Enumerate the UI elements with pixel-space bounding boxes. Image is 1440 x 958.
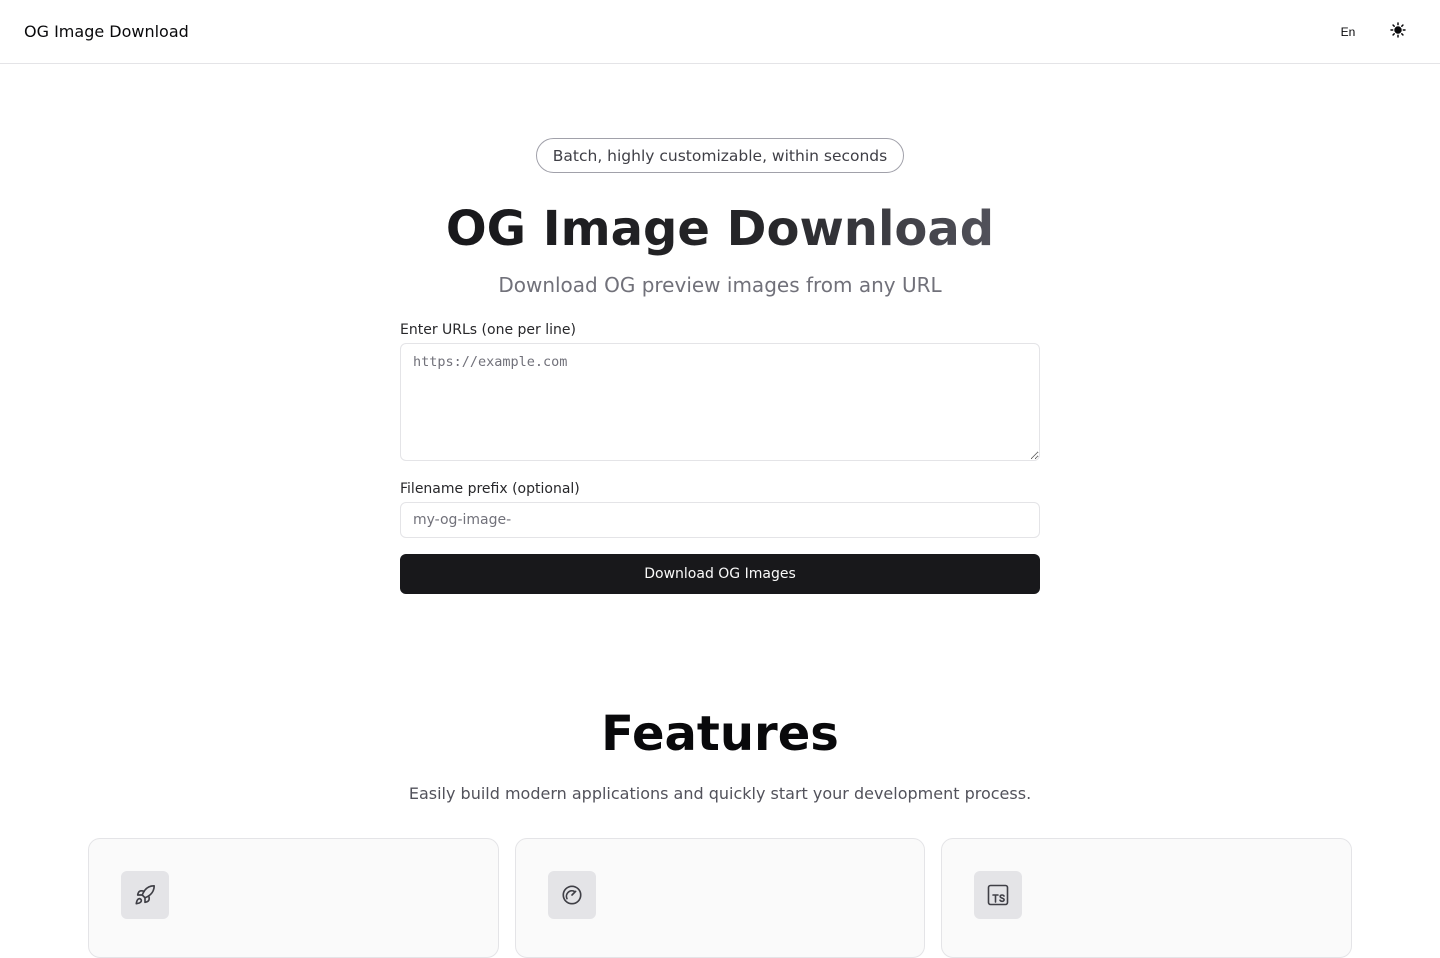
hero-section: Batch, highly customizable, within secon… [0,138,1440,297]
language-switcher-button[interactable]: En [1330,14,1366,50]
feature-cards [88,838,1353,958]
rocket-icon [121,871,169,919]
header-actions: En [1330,14,1416,50]
feature-card [88,838,499,958]
feature-card [941,838,1353,958]
filename-prefix-input[interactable] [400,502,1040,538]
features-subtitle: Easily build modern applications and qui… [408,784,1032,803]
urls-label: Enter URLs (one per line) [400,322,576,338]
theme-toggle-button[interactable] [1380,14,1416,50]
page-subtitle: Download OG preview images from any URL [498,273,942,297]
download-form: Enter URLs (one per line) Filename prefi… [400,320,1040,594]
sun-icon [1390,22,1406,41]
gauge-icon [547,871,596,919]
top-navigation-bar: OG Image Download En [0,0,1440,64]
tagline-badge: Batch, highly customizable, within secon… [535,138,905,173]
download-og-images-button[interactable]: Download OG Images [400,554,1040,594]
features-title: Features [601,706,839,762]
features-section: Features Easily build modern application… [0,706,1440,803]
typescript-icon [974,871,1023,919]
feature-card [514,838,926,958]
brand-name[interactable]: OG Image Download [24,22,189,41]
urls-textarea[interactable] [400,343,1040,461]
filename-prefix-label: Filename prefix (optional) [400,481,580,497]
page-title: OG Image Download [445,201,995,257]
